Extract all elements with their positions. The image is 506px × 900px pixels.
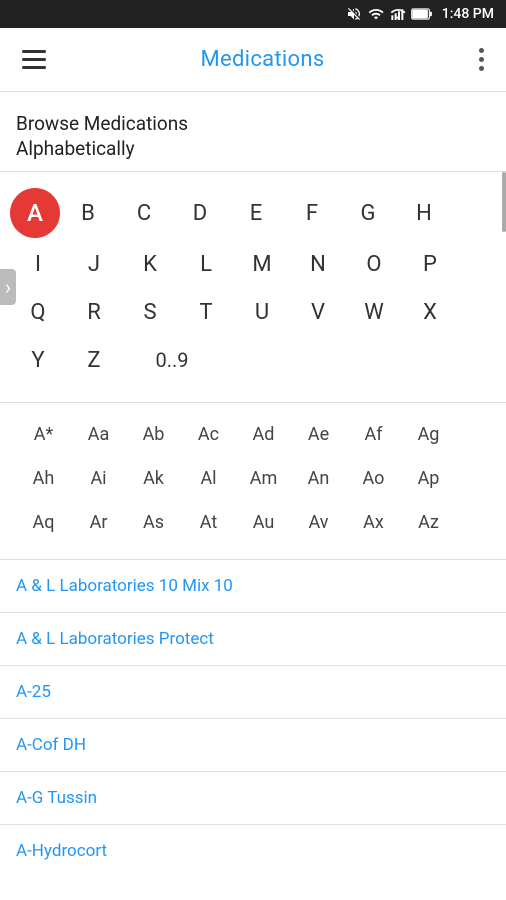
- sub-alpha-Az[interactable]: Az: [401, 503, 456, 541]
- sub-alpha-Ab[interactable]: Ab: [126, 415, 181, 453]
- alpha-row-2: I J K L M N O P: [10, 242, 496, 286]
- hamburger-icon[interactable]: [16, 44, 52, 75]
- alpha-cell-R[interactable]: R: [66, 290, 122, 334]
- sub-alpha-row-3: Aq Ar As At Au Av Ax Az: [16, 503, 496, 541]
- browse-title: Browse MedicationsAlphabetically: [16, 112, 490, 161]
- sub-alpha-Au[interactable]: Au: [236, 503, 291, 541]
- alpha-cell-G[interactable]: G: [340, 191, 396, 235]
- sub-alpha-Aq[interactable]: Aq: [16, 503, 71, 541]
- status-icons: 1:48 PM: [346, 6, 494, 22]
- med-item-5[interactable]: A-Hydrocort: [0, 825, 506, 877]
- sub-alpha-Ae[interactable]: Ae: [291, 415, 346, 453]
- alpha-cell-09[interactable]: 0..9: [122, 338, 222, 382]
- alpha-cell-D[interactable]: D: [172, 191, 228, 235]
- sub-alpha-Aa[interactable]: Aa: [71, 415, 126, 453]
- alpha-cell-A[interactable]: A: [10, 188, 60, 238]
- alpha-cell-H[interactable]: H: [396, 191, 452, 235]
- alpha-cell-S[interactable]: S: [122, 290, 178, 334]
- sub-alpha-row-2: Ah Ai Ak Al Am An Ao Ap: [16, 459, 496, 497]
- sub-alpha-Ax[interactable]: Ax: [346, 503, 401, 541]
- alpha-cell-E[interactable]: E: [228, 191, 284, 235]
- alpha-cell-T[interactable]: T: [178, 290, 234, 334]
- alpha-cell-K[interactable]: K: [122, 242, 178, 286]
- alpha-cell-C[interactable]: C: [116, 191, 172, 235]
- sub-alpha-Ak[interactable]: Ak: [126, 459, 181, 497]
- med-item-3[interactable]: A-Cof DH: [0, 719, 506, 772]
- scrollbar[interactable]: [502, 172, 506, 232]
- med-item-1[interactable]: A & L Laboratories Protect: [0, 613, 506, 666]
- mute-icon: [346, 6, 362, 22]
- alpha-cell-M[interactable]: M: [234, 242, 290, 286]
- browse-section: Browse MedicationsAlphabetically: [0, 92, 506, 172]
- alpha-cell-W[interactable]: W: [346, 290, 402, 334]
- status-bar: 1:48 PM: [0, 0, 506, 28]
- med-item-2[interactable]: A-25: [0, 666, 506, 719]
- alpha-cell-U[interactable]: U: [234, 290, 290, 334]
- sub-alpha-Ac[interactable]: Ac: [181, 415, 236, 453]
- signal-icon: [390, 6, 406, 22]
- sub-alpha-At[interactable]: At: [181, 503, 236, 541]
- alpha-cell-P[interactable]: P: [402, 242, 458, 286]
- alpha-row-3: Q R S T U V W X: [10, 290, 496, 334]
- more-options-icon[interactable]: [473, 42, 490, 77]
- alphabet-section: A B C D E F G H I J K L M N O P Q R S T …: [0, 172, 506, 403]
- sub-alpha-Am[interactable]: Am: [236, 459, 291, 497]
- sub-alpha-As[interactable]: As: [126, 503, 181, 541]
- sub-alpha-Ah[interactable]: Ah: [16, 459, 71, 497]
- sub-alpha-Av[interactable]: Av: [291, 503, 346, 541]
- alpha-cell-I[interactable]: I: [10, 242, 66, 286]
- scroll-indicator[interactable]: [0, 269, 16, 305]
- sub-alpha-Ai[interactable]: Ai: [71, 459, 126, 497]
- sub-alpha-An[interactable]: An: [291, 459, 346, 497]
- alpha-cell-L[interactable]: L: [178, 242, 234, 286]
- sub-alpha-Ap[interactable]: Ap: [401, 459, 456, 497]
- app-bar: Medications: [0, 28, 506, 92]
- sub-alpha-section: A* Aa Ab Ac Ad Ae Af Ag Ah Ai Ak Al Am A…: [0, 403, 506, 560]
- alpha-cell-N[interactable]: N: [290, 242, 346, 286]
- sub-alpha-Ao[interactable]: Ao: [346, 459, 401, 497]
- alpha-row-4: Y Z 0..9: [10, 338, 496, 382]
- alpha-cell-X[interactable]: X: [402, 290, 458, 334]
- sub-alpha-row-1: A* Aa Ab Ac Ad Ae Af Ag: [16, 415, 496, 453]
- med-item-0[interactable]: A & L Laboratories 10 Mix 10: [0, 560, 506, 613]
- alpha-cell-V[interactable]: V: [290, 290, 346, 334]
- sub-alpha-Al[interactable]: Al: [181, 459, 236, 497]
- alpha-cell-J[interactable]: J: [66, 242, 122, 286]
- battery-icon: [411, 7, 433, 21]
- alpha-cell-F[interactable]: F: [284, 191, 340, 235]
- med-item-4[interactable]: A-G Tussin: [0, 772, 506, 825]
- sub-alpha-Ad[interactable]: Ad: [236, 415, 291, 453]
- alpha-cell-Z[interactable]: Z: [66, 338, 122, 382]
- sub-alpha-Ag[interactable]: Ag: [401, 415, 456, 453]
- medications-list: A & L Laboratories 10 Mix 10 A & L Labor…: [0, 560, 506, 877]
- alpha-cell-B[interactable]: B: [60, 191, 116, 235]
- sub-alpha-Ar[interactable]: Ar: [71, 503, 126, 541]
- app-bar-title: Medications: [200, 47, 324, 72]
- wifi-icon: [367, 6, 385, 22]
- sub-alpha-Af[interactable]: Af: [346, 415, 401, 453]
- time: 1:48 PM: [442, 6, 494, 22]
- alpha-cell-O[interactable]: O: [346, 242, 402, 286]
- alpha-row-1: A B C D E F G H: [10, 188, 496, 238]
- sub-alpha-Astar[interactable]: A*: [16, 415, 71, 453]
- alpha-cell-Y[interactable]: Y: [10, 338, 66, 382]
- alpha-cell-Q[interactable]: Q: [10, 290, 66, 334]
